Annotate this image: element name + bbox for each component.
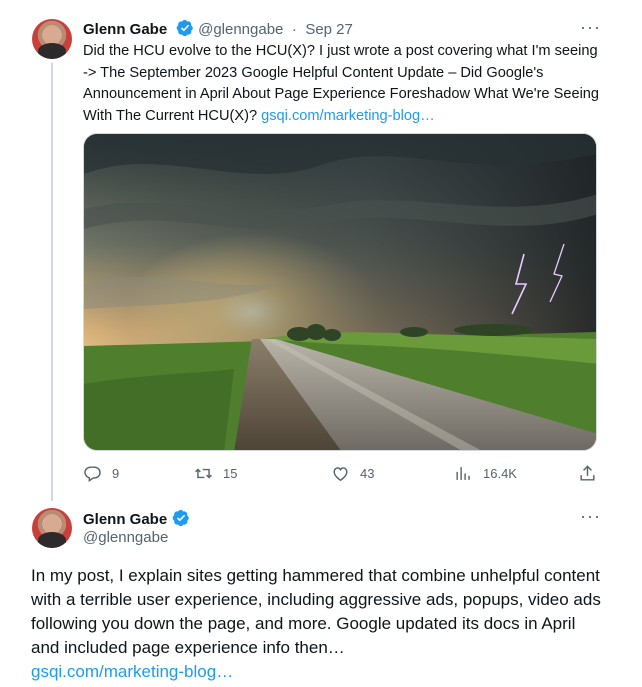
repost-button[interactable]: 15 (194, 464, 237, 483)
tweet-1[interactable]: Glenn Gabe @glenngabe · Sep 27 ··· Did t… (0, 0, 642, 501)
tweet-link[interactable]: gsqi.com/marketing-blog… (31, 662, 233, 681)
avatar[interactable] (32, 508, 72, 548)
avatar[interactable] (32, 19, 72, 59)
author-handle[interactable]: @glenngabe (83, 529, 168, 546)
author-name[interactable]: Glenn Gabe (83, 511, 167, 528)
landscape-photo (84, 134, 596, 450)
analytics-icon (456, 467, 470, 480)
author-name[interactable]: Glenn Gabe (83, 21, 167, 38)
views-button[interactable]: 16.4K (454, 464, 517, 483)
reply-icon (84, 466, 101, 482)
repost-icon (195, 468, 212, 479)
tweet-image-stormy-road[interactable] (83, 133, 597, 451)
tweet-text: Did the HCU evolve to the HCU(X)? I just… (83, 41, 603, 127)
heart-icon (333, 467, 348, 482)
thread-connector-line (51, 63, 53, 501)
separator-dot: · (291, 21, 297, 38)
share-button[interactable] (578, 464, 607, 483)
tweet-action-bar: 9 15 43 16.4K (83, 460, 597, 488)
share-icon (580, 465, 595, 481)
repost-count: 15 (223, 466, 238, 481)
more-options-icon[interactable]: ··· (580, 17, 601, 38)
reply-button[interactable]: 9 (83, 464, 119, 483)
tweet-date[interactable]: Sep 27 (305, 21, 353, 38)
tweet-header: Glenn Gabe (83, 509, 190, 529)
reply-count: 9 (112, 466, 120, 481)
like-count: 43 (360, 466, 375, 481)
tweet-2[interactable]: Glenn Gabe @glenngabe ··· In my post, I … (0, 500, 642, 687)
tweet-text: In my post, I explain sites getting hamm… (31, 564, 601, 684)
verified-badge-icon[interactable] (176, 19, 194, 37)
tweet-link[interactable]: gsqi.com/marketing-blog… (261, 108, 435, 124)
author-handle[interactable]: @glenngabe (198, 21, 283, 38)
like-button[interactable]: 43 (331, 464, 374, 483)
more-options-icon[interactable]: ··· (580, 506, 601, 527)
tweet-body: In my post, I explain sites getting hamm… (31, 566, 601, 657)
tweet-header: Glenn Gabe @glenngabe · Sep 27 (83, 19, 357, 39)
verified-badge-icon[interactable] (172, 509, 190, 527)
view-count: 16.4K (483, 466, 517, 481)
